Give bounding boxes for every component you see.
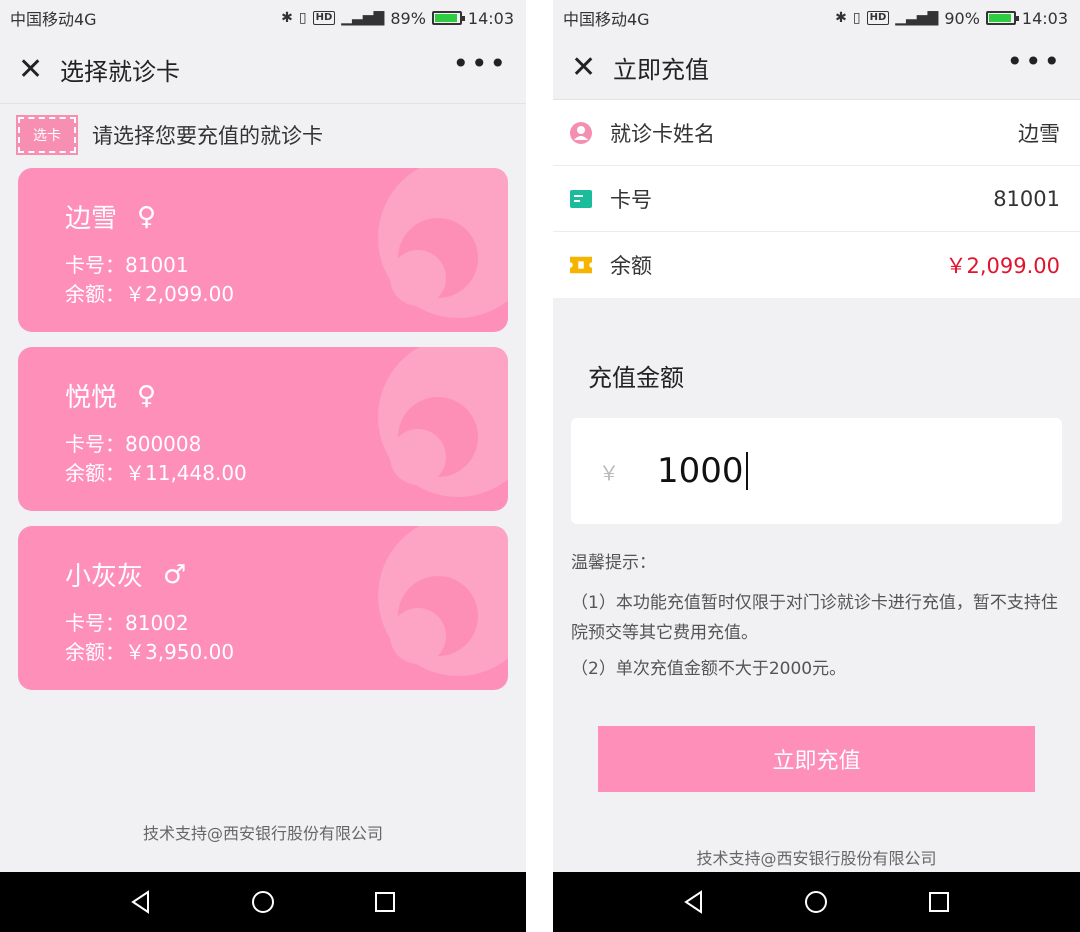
close-icon[interactable]: ✕ (571, 52, 611, 83)
battery-icon (431, 11, 465, 25)
card-balance: 余额：￥11,448.00 (65, 461, 247, 485)
amount-input[interactable]: ￥ 1000 (571, 418, 1062, 524)
signal-icon: ▁▃▅▇ (895, 10, 939, 26)
select-header: 选卡 请选择您要充值的就诊卡 (0, 104, 526, 166)
card-watermark-icon (378, 347, 508, 497)
vibrate-icon: ▯ (852, 10, 861, 26)
hd-icon: HD (312, 11, 336, 25)
card-icon (570, 188, 592, 210)
name-value: 边雪 (1018, 121, 1060, 146)
card-number: 卡号：81001 (65, 253, 189, 277)
card-balance: 余额：￥2,099.00 (65, 282, 235, 306)
card-item[interactable]: 小灰灰 ♂ 卡号：81002 余额：￥3,950.00 (18, 526, 508, 690)
close-icon[interactable]: ✕ (18, 54, 58, 85)
gender-female-icon: ♀ (137, 380, 157, 411)
battery-percent: 89% (390, 8, 426, 28)
amount-value[interactable]: 1000 (657, 452, 748, 490)
user-icon (570, 121, 592, 144)
gender-female-icon: ♀ (137, 201, 157, 232)
tip-item: （1）本功能充值暂时仅限于对门诊就诊卡进行充值，暂不支持住院预交等其它费用充值。 (571, 593, 1058, 643)
clock: 14:03 (1021, 8, 1068, 28)
clock: 14:03 (467, 8, 514, 28)
home-icon[interactable] (250, 889, 276, 915)
gender-male-icon: ♂ (163, 559, 187, 590)
card-watermark-icon (378, 168, 508, 318)
recents-icon[interactable] (372, 889, 398, 915)
select-card-screen: 中国移动4G ✱ ▯ HD ▁▃▅▇ 89% 14:03 ✕ 选择就诊卡 •••… (0, 0, 526, 932)
page-title: 选择就诊卡 (60, 58, 180, 86)
card-value: 81001 (993, 186, 1060, 211)
status-bar: 中国移动4G ✱ ▯ HD ▁▃▅▇ 90% 14:03 (553, 0, 1080, 36)
info-row-balance: 余额 ￥2,099.00 (553, 232, 1080, 298)
card-holder-name: 小灰灰 (65, 562, 144, 592)
name-label: 就诊卡姓名 (610, 121, 715, 146)
amount-title: 充值金额 (588, 364, 684, 392)
card-number: 卡号：81002 (65, 611, 189, 635)
currency-symbol: ￥ (599, 460, 619, 485)
card-watermark-icon (378, 526, 508, 676)
signal-icon: ▁▃▅▇ (341, 10, 385, 26)
select-prompt: 请选择您要充值的就诊卡 (92, 124, 323, 148)
card-holder-name: 悦悦 (65, 383, 118, 413)
more-icon[interactable]: ••• (1006, 47, 1062, 88)
bluetooth-icon: ✱ (281, 10, 293, 26)
battery-percent: 90% (944, 8, 980, 28)
card-number: 卡号：800008 (65, 432, 202, 456)
carrier-label: 中国移动4G (10, 10, 97, 29)
android-nav-bar (553, 872, 1080, 932)
card-holder-name: 边雪 (65, 204, 118, 234)
vibrate-icon: ▯ (298, 10, 307, 26)
footer-note: 技术支持@西安银行股份有限公司 (696, 849, 937, 868)
card-balance: 余额：￥3,950.00 (65, 640, 235, 664)
carrier-label: 中国移动4G (563, 10, 650, 29)
android-nav-bar (0, 872, 526, 932)
tip-item: （2）单次充值金额不大于2000元。 (571, 659, 847, 679)
battery-icon (985, 11, 1019, 25)
balance-label: 余额 (610, 254, 652, 278)
back-icon[interactable] (681, 889, 707, 915)
card-item[interactable]: 边雪 ♀ 卡号：81001 余额：￥2,099.00 (18, 168, 508, 332)
recents-icon[interactable] (926, 889, 952, 915)
home-icon[interactable] (803, 889, 829, 915)
info-row-card: 卡号 81001 (553, 166, 1080, 232)
balance-value: ￥2,099.00 (945, 254, 1060, 278)
ticket-icon (570, 254, 592, 276)
tips-section: 温馨提示： （1）本功能充值暂时仅限于对门诊就诊卡进行充值，暂不支持住院预交等其… (553, 524, 1080, 684)
select-card-tag: 选卡 (16, 115, 78, 155)
recharge-screen: 中国移动4G ✱ ▯ HD ▁▃▅▇ 90% 14:03 ✕ 立即充值 ••• … (553, 0, 1080, 932)
footer-note: 技术支持@西安银行股份有限公司 (142, 824, 383, 843)
card-item[interactable]: 悦悦 ♀ 卡号：800008 余额：￥11,448.00 (18, 347, 508, 511)
page-title: 立即充值 (613, 56, 709, 84)
nav-bar: ✕ 选择就诊卡 ••• (0, 36, 526, 104)
info-row-name: 就诊卡姓名 边雪 (553, 100, 1080, 166)
status-bar: 中国移动4G ✱ ▯ HD ▁▃▅▇ 89% 14:03 (0, 0, 526, 36)
recharge-button[interactable]: 立即充值 (598, 726, 1035, 792)
back-icon[interactable] (128, 889, 154, 915)
card-info-list: 就诊卡姓名 边雪 卡号 81001 余额 ￥2,099.00 (553, 100, 1080, 298)
hd-icon: HD (866, 11, 890, 25)
tips-title: 温馨提示： (571, 553, 656, 573)
more-icon[interactable]: ••• (452, 49, 508, 90)
nav-bar: ✕ 立即充值 ••• (553, 36, 1080, 100)
bluetooth-icon: ✱ (835, 10, 847, 26)
card-label: 卡号 (610, 187, 652, 212)
